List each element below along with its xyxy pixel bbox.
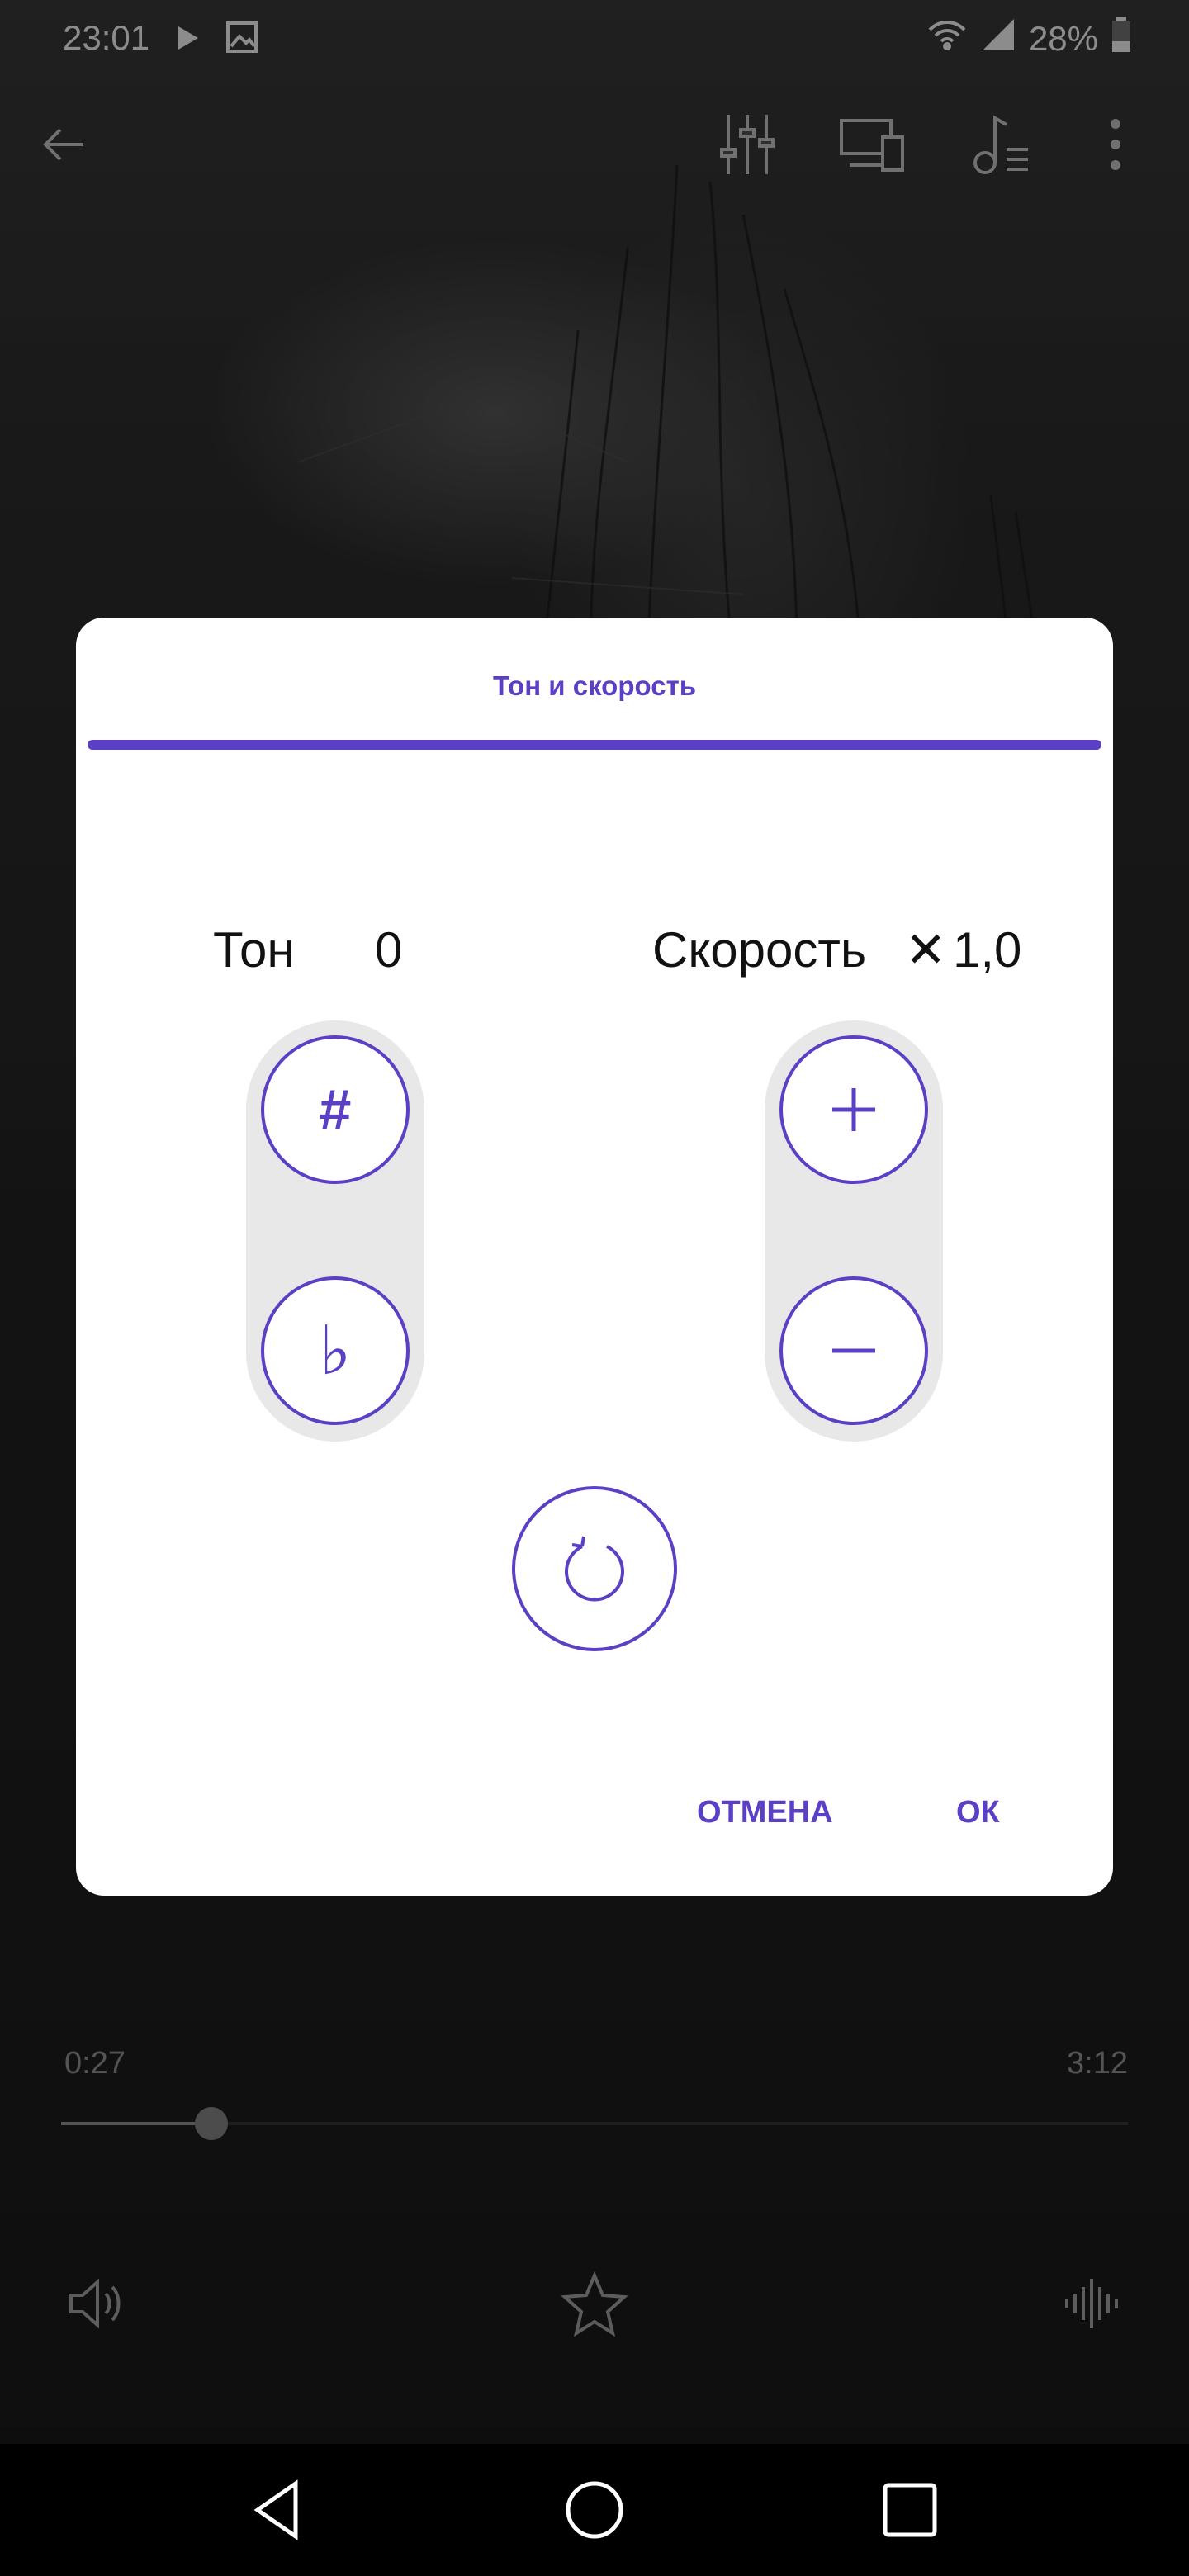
- nav-recents-icon[interactable]: [860, 2460, 959, 2559]
- pitch-speed-dialog: Тон и скорость Тон 0 # ♭ Скорость ✕ 1,0 …: [76, 618, 1113, 1896]
- flat-icon: ♭: [319, 1313, 352, 1389]
- reset-icon: [565, 1536, 624, 1602]
- pitch-value: 0: [375, 922, 403, 978]
- speed-decrease-button[interactable]: [779, 1276, 928, 1425]
- nav-back-icon[interactable]: [230, 2460, 329, 2559]
- plus-icon: [832, 1088, 875, 1131]
- reset-button[interactable]: [512, 1486, 677, 1651]
- dialog-title: Тон и скорость: [492, 670, 697, 701]
- ok-button[interactable]: ОК: [943, 1787, 1013, 1839]
- cancel-button[interactable]: ОТМЕНА: [684, 1787, 846, 1839]
- minus-icon: [832, 1348, 875, 1353]
- speed-multiplier-icon: ✕: [905, 922, 947, 978]
- pitch-label: Тон: [213, 922, 295, 978]
- speed-increase-button[interactable]: [779, 1035, 928, 1184]
- pitch-control: # ♭: [246, 1020, 424, 1442]
- system-nav-bar: [0, 2444, 1189, 2576]
- sharp-button[interactable]: #: [261, 1035, 410, 1184]
- sharp-icon: #: [319, 1077, 352, 1142]
- tab-indicator: [88, 740, 1101, 750]
- nav-home-icon[interactable]: [545, 2460, 644, 2559]
- speed-control: [765, 1020, 943, 1442]
- speed-value: 1,0: [953, 922, 1022, 978]
- flat-button[interactable]: ♭: [261, 1276, 410, 1425]
- speed-label: Скорость: [652, 922, 867, 978]
